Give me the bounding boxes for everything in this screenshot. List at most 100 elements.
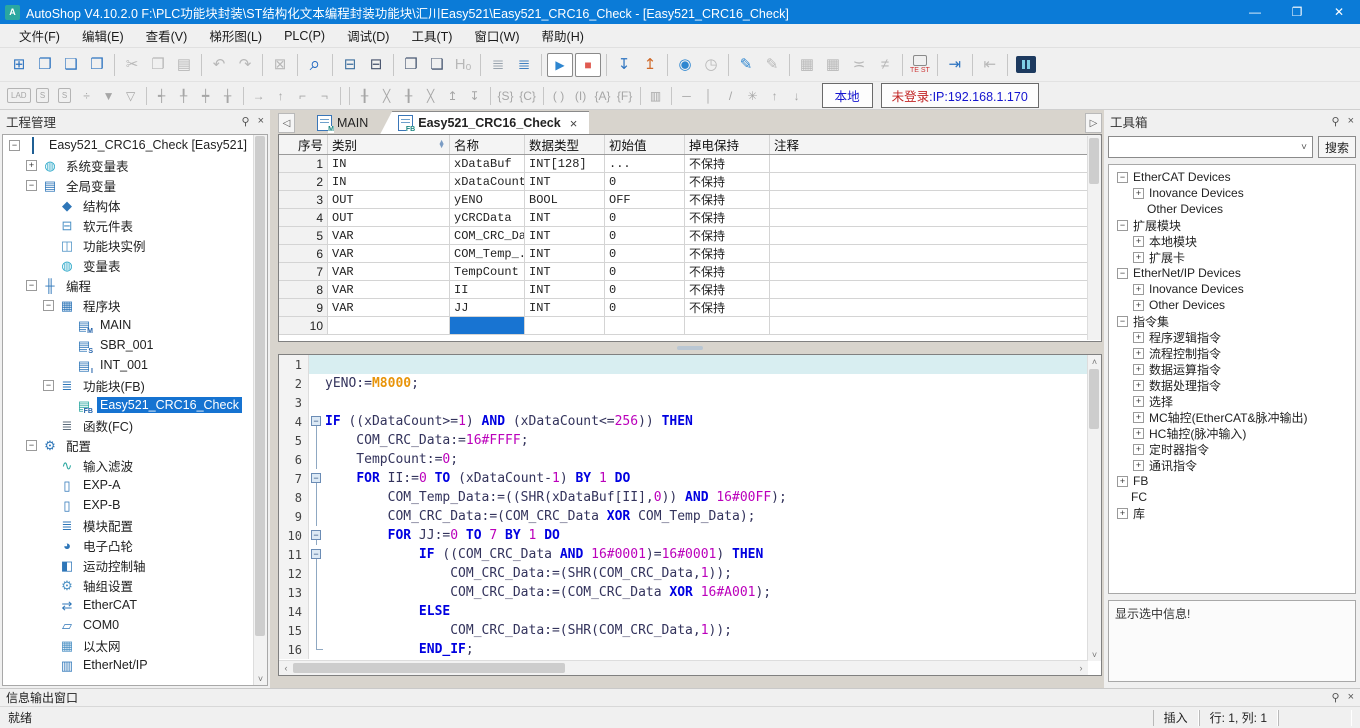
table-cell[interactable] <box>770 191 1101 208</box>
table-cell[interactable]: INT <box>525 263 605 280</box>
column-header-3[interactable]: 名称 <box>450 135 525 154</box>
contact-falling-button[interactable]: ↧ <box>465 86 485 106</box>
menu-plc[interactable]: PLC(P) <box>273 26 336 46</box>
project-tree-scrollbar[interactable]: ˅ <box>253 135 267 685</box>
table-cell[interactable]: INT <box>525 209 605 226</box>
table-cell[interactable]: BOOL <box>525 191 605 208</box>
coil-reset-button[interactable]: {C} <box>518 86 538 106</box>
insert-line-button[interactable]: ≍ <box>847 52 871 78</box>
table-cell[interactable]: 6 <box>279 245 328 262</box>
variable-table-scrollbar[interactable] <box>1087 136 1101 340</box>
tree-item-functions-fc[interactable]: ≣函数(FC) <box>3 415 267 435</box>
coil-inverse-button[interactable]: (I) <box>571 86 591 106</box>
close-icon[interactable]: × <box>1348 691 1354 704</box>
window-export-button[interactable]: ❏ <box>425 52 449 78</box>
device-panel-button[interactable] <box>1016 56 1036 73</box>
edit-cell-c-button[interactable]: ┿ <box>196 86 216 106</box>
expand-toggle-icon[interactable]: + <box>1133 284 1144 295</box>
scroll-left-icon[interactable]: ‹ <box>279 663 293 673</box>
tab-scroll-left-button[interactable]: ◁ <box>278 113 295 133</box>
table-cell[interactable] <box>770 281 1101 298</box>
table-cell[interactable]: 10 <box>279 317 328 334</box>
fold-collapse-icon[interactable]: − <box>311 473 321 483</box>
toolbox-item-fb[interactable]: +FB <box>1109 473 1355 489</box>
close-tab-icon[interactable]: × <box>570 116 578 131</box>
convert-grid-button[interactable]: ▦ <box>795 52 819 78</box>
table-cell[interactable] <box>605 317 685 334</box>
code-line-5[interactable]: 5 COM_CRC_Data:=16#FFFF; <box>279 431 1101 450</box>
code-editor-vscrollbar[interactable]: ˄ ˅ <box>1087 355 1101 661</box>
table-cell[interactable]: 不保持 <box>685 227 770 244</box>
minimize-button[interactable]: — <box>1234 0 1276 24</box>
toolbox-item-lib[interactable]: +库 <box>1109 505 1355 521</box>
tree-item-ethernet[interactable]: ▦以太网 <box>3 635 267 655</box>
tree-item-int-001[interactable]: ▤IINT_001 <box>3 355 267 375</box>
tree-item-ethernet-ip[interactable]: ▥EtherNet/IP <box>3 655 267 675</box>
table-cell[interactable]: INT <box>525 173 605 190</box>
print-preview-button[interactable]: ⊟ <box>338 52 362 78</box>
table-cell[interactable]: II <box>450 281 525 298</box>
toolbox-item-inovance-devices-eip[interactable]: +Inovance Devices <box>1109 281 1355 297</box>
tree-item-root[interactable]: −Easy521_CRC16_Check [Easy521] <box>3 135 267 155</box>
move-down-button[interactable]: ↓ <box>787 86 807 106</box>
tree-item-ethercat[interactable]: ⇄EtherCAT <box>3 595 267 615</box>
contact-rising-button[interactable]: ↥ <box>443 86 463 106</box>
toolbox-item-comm-instructions[interactable]: +通讯指令 <box>1109 457 1355 473</box>
table-cell[interactable]: yCRCData <box>450 209 525 226</box>
table-cell[interactable]: IN <box>328 155 450 172</box>
fold-margin[interactable]: − <box>309 526 325 545</box>
tree-item-device-table[interactable]: ⊟软元件表 <box>3 215 267 235</box>
tree-item-input-filter[interactable]: ∿输入滤波 <box>3 455 267 475</box>
table-cell[interactable]: 0 <box>605 209 685 226</box>
close-button[interactable]: ✕ <box>1318 0 1360 24</box>
tree-item-sys-vars[interactable]: +◍系统变量表 <box>3 155 267 175</box>
toolbox-item-program-logic[interactable]: +程序逻辑指令 <box>1109 329 1355 345</box>
scroll-down-icon[interactable]: ˅ <box>1088 648 1101 661</box>
login-status-button[interactable]: 未登录:IP:192.168.1.170 <box>881 83 1039 108</box>
menu-help[interactable]: 帮助(H) <box>531 23 595 48</box>
table-cell[interactable]: 不保持 <box>685 263 770 280</box>
table-cell[interactable]: INT <box>525 281 605 298</box>
check-program-button[interactable]: ≣ <box>486 52 510 78</box>
table-cell[interactable]: 5 <box>279 227 328 244</box>
code-line-8[interactable]: 8 COM_Temp_Data:=((SHR(xDataBuf[II],0)) … <box>279 488 1101 507</box>
code-line-16[interactable]: 16 END_IF; <box>279 640 1101 659</box>
table-cell[interactable]: COM_CRC_Data <box>450 227 525 244</box>
scroll-right-icon[interactable]: › <box>1074 663 1088 673</box>
line-up-button[interactable]: ↑ <box>271 86 291 106</box>
menu-view[interactable]: 查看(V) <box>135 23 199 48</box>
toolbox-item-instruction-set[interactable]: −指令集 <box>1109 313 1355 329</box>
code-line-14[interactable]: 14 ELSE <box>279 602 1101 621</box>
draw-hline-button[interactable]: ─ <box>677 86 697 106</box>
expand-toggle-icon[interactable]: + <box>1133 396 1144 407</box>
tree-item-var-table[interactable]: ◍变量表 <box>3 255 267 275</box>
expand-toggle-icon[interactable]: + <box>1117 476 1128 487</box>
table-cell[interactable]: 7 <box>279 263 328 280</box>
monitor-button[interactable]: ◉ <box>673 52 697 78</box>
expand-toggle-icon[interactable]: − <box>26 440 37 451</box>
table-cell[interactable]: 不保持 <box>685 191 770 208</box>
edit-cell-a-button[interactable]: ┽ <box>152 86 172 106</box>
table-cell[interactable]: VAR <box>328 281 450 298</box>
line-corner-up-button[interactable]: ¬ <box>315 86 335 106</box>
st-editor-button[interactable]: S <box>55 86 75 106</box>
expand-toggle-icon[interactable]: + <box>1133 188 1144 199</box>
expand-toggle-icon[interactable]: − <box>26 280 37 291</box>
table-cell[interactable]: VAR <box>328 299 450 316</box>
code-line-2[interactable]: 2yENO:=M8000; <box>279 374 1101 393</box>
toolbox-search-combobox[interactable]: ˅ <box>1108 136 1313 158</box>
delete-button[interactable]: ⊠ <box>268 52 292 78</box>
edit-table-button[interactable]: ✎ <box>760 52 784 78</box>
delete-star-button[interactable]: ✳ <box>743 86 763 106</box>
toolbox-item-other-devices-ecat[interactable]: Other Devices <box>1109 201 1355 217</box>
menu-window[interactable]: 窗口(W) <box>463 23 530 48</box>
tree-item-module-config[interactable]: ≣模块配置 <box>3 515 267 535</box>
remove-line-button[interactable]: ≠ <box>873 52 897 78</box>
toolbox-item-other-devices-eip[interactable]: +Other Devices <box>1109 297 1355 313</box>
table-cell[interactable] <box>770 299 1101 316</box>
tree-item-global-vars[interactable]: −▤全局变量 <box>3 175 267 195</box>
insert-branch-button[interactable]: ÷ <box>77 86 97 106</box>
undo-button[interactable]: ↶ <box>207 52 231 78</box>
expand-toggle-icon[interactable]: + <box>1133 348 1144 359</box>
table-cell[interactable]: 1 <box>279 155 328 172</box>
